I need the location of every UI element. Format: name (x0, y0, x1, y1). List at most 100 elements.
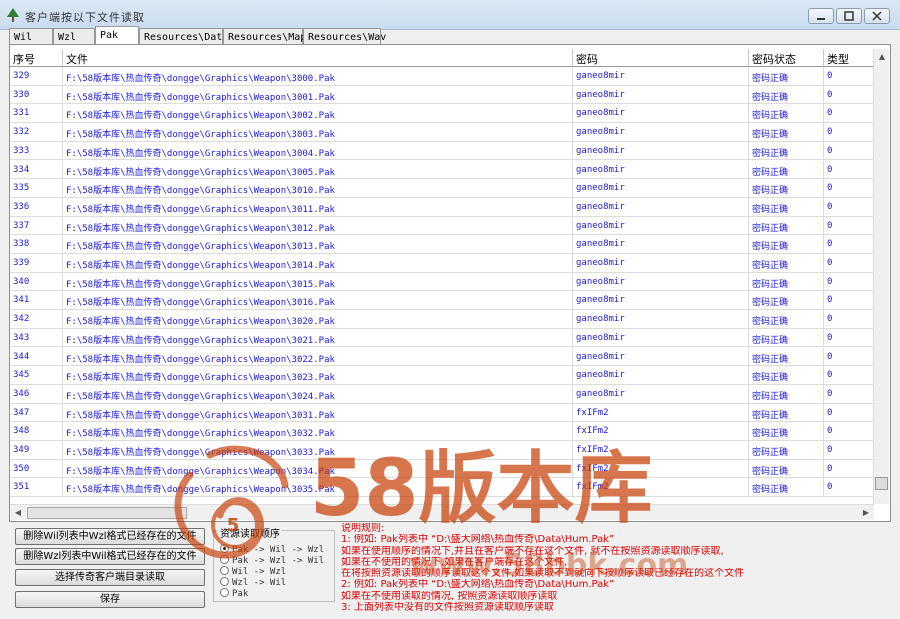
radio-icon[interactable] (220, 555, 229, 564)
table-row[interactable]: 333 F:\58版本库\热血传奇\dongge\Graphics\Weapon\… (10, 141, 876, 161)
cell-file: F:\58版本库\热血传奇\dongge\Graphics\Weapon\303… (63, 441, 573, 459)
delete-wil-duplicates-button[interactable]: 删除Wil列表中Wzl格式已经存在的文件 (15, 528, 205, 545)
vertical-scroll-thumb[interactable] (875, 477, 888, 490)
scroll-left-icon[interactable]: ◀ (11, 506, 25, 520)
table-row[interactable]: 341 F:\58版本库\热血传奇\dongge\Graphics\Weapon\… (10, 291, 876, 311)
tab-resources-data[interactable]: Resources\Data (139, 28, 228, 45)
cell-password: ganeo8mir (573, 179, 749, 197)
table-row[interactable]: 329 F:\58版本库\热血传奇\dongge\Graphics\Weapon\… (10, 67, 876, 86)
cell-password: ganeo8mir (573, 310, 749, 328)
cell-file: F:\58版本库\热血传奇\dongge\Graphics\Weapon\301… (63, 291, 573, 310)
tab-resources-map[interactable]: Resources\Map (223, 28, 306, 45)
cell-file: F:\58版本库\热血传奇\dongge\Graphics\Weapon\302… (63, 310, 573, 328)
table-row[interactable]: 335 F:\58版本库\热血传奇\dongge\Graphics\Weapon\… (10, 179, 876, 198)
delete-wzl-duplicates-button[interactable]: 删除Wzl列表中Wil格式已经存在的文件 (15, 548, 205, 565)
cell-password-status: 密码正确 (749, 366, 824, 384)
window-title: 客户端按以下文件读取 (25, 11, 145, 24)
cell-index: 334 (10, 160, 63, 179)
table-row[interactable]: 331 F:\58版本库\热血传奇\dongge\Graphics\Weapon\… (10, 104, 876, 124)
cell-type: 0 (824, 197, 876, 216)
cell-index: 342 (10, 310, 63, 328)
column-header-file[interactable]: 文件 (63, 49, 573, 67)
table-row[interactable]: 336 F:\58版本库\热血传奇\dongge\Graphics\Weapon\… (10, 197, 876, 217)
column-header-password-status[interactable]: 密码状态 (749, 49, 824, 67)
cell-index: 341 (10, 291, 63, 310)
scroll-right-icon[interactable]: ▶ (859, 506, 873, 520)
cell-type: 0 (824, 328, 876, 347)
tab-pak[interactable]: Pak (95, 26, 139, 45)
cell-type: 0 (824, 254, 876, 272)
cell-password: fxIFm2 (573, 459, 749, 478)
radio-icon[interactable] (220, 566, 229, 575)
vertical-scrollbar[interactable]: ▲ (873, 49, 889, 504)
cell-password-status: 密码正确 (749, 459, 824, 478)
cell-index: 340 (10, 272, 63, 291)
table-row[interactable]: 334 F:\58版本库\热血传奇\dongge\Graphics\Weapon\… (10, 160, 876, 180)
maximize-button[interactable] (836, 8, 862, 24)
cell-index: 332 (10, 123, 63, 141)
tab-resources-wav[interactable]: Resources\Wav (303, 28, 386, 45)
cell-index: 347 (10, 403, 63, 422)
table-row[interactable]: 351 F:\58版本库\热血传奇\dongge\Graphics\Weapon\… (10, 478, 876, 498)
table-row[interactable]: 342 F:\58版本库\热血传奇\dongge\Graphics\Weapon\… (10, 310, 876, 329)
minimize-button[interactable] (808, 8, 834, 24)
radio-selected-icon[interactable] (220, 544, 229, 553)
column-header-password[interactable]: 密码 (573, 49, 749, 67)
cell-file: F:\58版本库\热血传奇\dongge\Graphics\Weapon\300… (63, 141, 573, 160)
cell-file: F:\58版本库\热血传奇\dongge\Graphics\Weapon\302… (63, 328, 573, 347)
table-row[interactable]: 348 F:\58版本库\热血传奇\dongge\Graphics\Weapon\… (10, 422, 876, 441)
cell-index: 333 (10, 141, 63, 160)
cell-index: 331 (10, 104, 63, 123)
table-row[interactable]: 338 F:\58版本库\热血传奇\dongge\Graphics\Weapon\… (10, 235, 876, 254)
column-header-type[interactable]: 类型 (824, 49, 876, 67)
cell-index: 337 (10, 216, 63, 235)
close-button[interactable] (864, 8, 890, 24)
cell-password: ganeo8mir (573, 141, 749, 160)
table-row[interactable]: 350 F:\58版本库\热血传奇\dongge\Graphics\Weapon\… (10, 459, 876, 479)
cell-type: 0 (824, 85, 876, 104)
load-order-option-2[interactable]: Pak -> Wzl -> Wil (220, 555, 324, 566)
note-line: 如果在使用顺序的情况下,并且在客户端不存在这个文件, 就不在按照资源读取顺序读取… (341, 545, 724, 557)
table-row[interactable]: 349 F:\58版本库\热血传奇\dongge\Graphics\Weapon\… (10, 441, 876, 460)
table-row[interactable]: 340 F:\58版本库\热血传奇\dongge\Graphics\Weapon\… (10, 272, 876, 292)
cell-type: 0 (824, 366, 876, 384)
grid-rows: 329 F:\58版本库\热血传奇\dongge\Graphics\Weapon\… (10, 67, 876, 504)
load-order-option-3[interactable]: Wil -> Wzl (220, 566, 286, 577)
note-line: 如果在不使用的情况下,如果在客户端存在这个文件, (341, 556, 568, 568)
cell-type: 0 (824, 347, 876, 366)
horizontal-scrollbar[interactable]: ◀ ▶ (10, 504, 874, 520)
cell-password: fxIFm2 (573, 403, 749, 422)
file-grid-panel: 序号 文件 密码 密码状态 类型 329 F:\58版本库\热血传奇\dongge… (9, 44, 891, 522)
table-row[interactable]: 345 F:\58版本库\热血传奇\dongge\Graphics\Weapon\… (10, 366, 876, 385)
cell-password: ganeo8mir (573, 197, 749, 216)
table-row[interactable]: 339 F:\58版本库\热血传奇\dongge\Graphics\Weapon\… (10, 254, 876, 273)
table-row[interactable]: 330 F:\58版本库\热血传奇\dongge\Graphics\Weapon\… (10, 85, 876, 105)
cell-type: 0 (824, 478, 876, 497)
tab-wil[interactable]: Wil (9, 28, 53, 45)
radio-icon[interactable] (220, 577, 229, 586)
load-order-option-4[interactable]: Wzl -> Wil (220, 577, 286, 588)
tab-wzl[interactable]: Wzl (53, 28, 95, 45)
cell-index: 349 (10, 441, 63, 459)
cell-index: 346 (10, 384, 63, 403)
table-row[interactable]: 347 F:\58版本库\热血传奇\dongge\Graphics\Weapon\… (10, 403, 876, 423)
table-row[interactable]: 346 F:\58版本库\热血传奇\dongge\Graphics\Weapon\… (10, 384, 876, 404)
cell-password-status: 密码正确 (749, 104, 824, 123)
column-header-index[interactable]: 序号 (10, 49, 63, 67)
cell-file: F:\58版本库\热血传奇\dongge\Graphics\Weapon\301… (63, 216, 573, 235)
load-order-option-5[interactable]: Pak (220, 588, 248, 599)
table-row[interactable]: 337 F:\58版本库\热血传奇\dongge\Graphics\Weapon\… (10, 216, 876, 236)
table-row[interactable]: 344 F:\58版本库\热血传奇\dongge\Graphics\Weapon\… (10, 347, 876, 367)
cell-file: F:\58版本库\热血传奇\dongge\Graphics\Weapon\303… (63, 422, 573, 440)
horizontal-scroll-thumb[interactable] (27, 507, 187, 519)
load-order-option-1[interactable]: Pak -> Wil -> Wzl (220, 544, 324, 555)
radio-icon[interactable] (220, 588, 229, 597)
cell-file: F:\58版本库\热血传奇\dongge\Graphics\Weapon\302… (63, 366, 573, 384)
save-button[interactable]: 保存 (15, 591, 205, 608)
select-client-directory-button[interactable]: 选择传奇客户端目录读取 (15, 569, 205, 586)
cell-password: ganeo8mir (573, 160, 749, 179)
scroll-up-icon[interactable]: ▲ (875, 50, 889, 64)
table-row[interactable]: 332 F:\58版本库\热血传奇\dongge\Graphics\Weapon\… (10, 123, 876, 142)
cell-index: 344 (10, 347, 63, 366)
table-row[interactable]: 343 F:\58版本库\热血传奇\dongge\Graphics\Weapon\… (10, 328, 876, 348)
